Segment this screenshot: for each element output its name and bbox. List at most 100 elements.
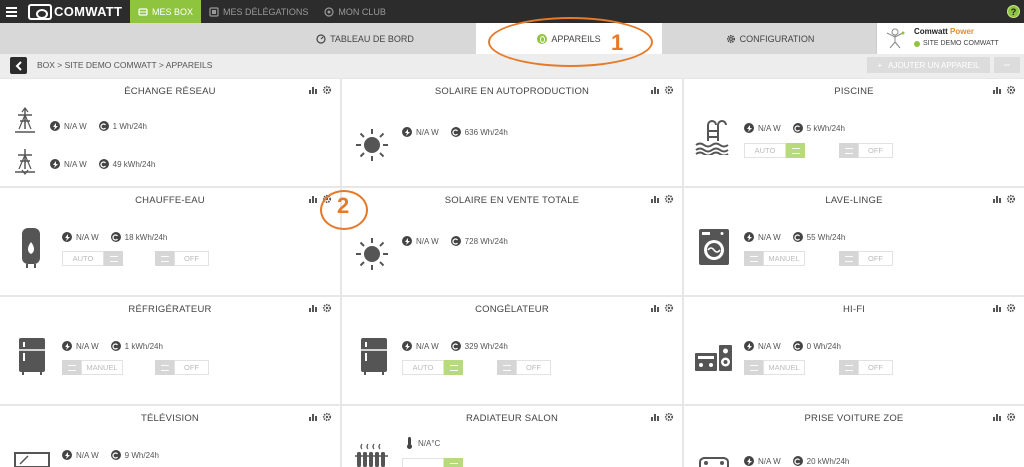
power-icon [62, 341, 72, 351]
chart-icon[interactable] [308, 303, 318, 313]
nav-mes-box[interactable]: MES BOX [130, 0, 202, 23]
annotation-number-2: 2 [337, 193, 350, 218]
card-title: RADIATEUR SALON [465, 413, 559, 424]
logo-mark-icon [28, 3, 52, 20]
power-icon [744, 123, 754, 133]
off-toggle[interactable]: OFF [839, 143, 893, 158]
account-panel[interactable]: Comwatt Power SITE DEMO COMWATT [876, 23, 1024, 54]
grid-pylon-import-icon [15, 107, 35, 133]
car-plug-icon [699, 457, 729, 467]
toggle-handle[interactable] [444, 360, 463, 375]
off-toggle[interactable]: OFF [839, 251, 893, 266]
toggle-handle[interactable] [744, 360, 763, 375]
card-prise-voiture-zoe: PRISE VOITURE ZOE N/A W 20 kWh/24h [684, 406, 1024, 467]
chevron-left-icon [15, 60, 22, 71]
chart-icon[interactable] [308, 412, 318, 422]
chart-icon[interactable] [650, 85, 660, 95]
radiator-icon [355, 443, 388, 467]
toggle-handle[interactable] [497, 360, 516, 375]
plus-icon: + [877, 60, 883, 70]
measure-row: N/A W 0 Wh/24h [744, 341, 841, 351]
breadcrumb[interactable]: BOX > SITE DEMO COMWATT > APPAREILS [37, 60, 212, 70]
add-appliance-button[interactable]: + AJOUTER UN APPAREIL [867, 57, 990, 73]
fridge-icon [19, 338, 45, 375]
chart-icon[interactable] [992, 194, 1002, 204]
gear-icon[interactable] [322, 85, 332, 95]
gear-icon[interactable] [664, 85, 674, 95]
toggle-handle[interactable] [444, 458, 463, 467]
mode-toggle[interactable]: MANUEL [744, 251, 805, 266]
gear-icon[interactable] [1006, 194, 1016, 204]
nav-label: MON CLUB [338, 6, 386, 17]
off-label: OFF [858, 143, 893, 158]
energy-icon [792, 341, 803, 351]
toggle-handle[interactable] [155, 360, 174, 375]
gear-icon[interactable] [1006, 85, 1016, 95]
toggle-handle[interactable] [786, 143, 805, 158]
chart-icon[interactable] [308, 85, 318, 95]
chart-icon[interactable] [992, 412, 1002, 422]
gear-icon[interactable] [322, 412, 332, 422]
club-icon [324, 6, 334, 17]
chart-icon[interactable] [308, 194, 318, 204]
help-icon[interactable]: ? [1007, 5, 1020, 18]
gear-icon[interactable] [1006, 303, 1016, 313]
off-toggle[interactable]: OFF [839, 360, 893, 375]
off-toggle[interactable]: OFF [497, 360, 551, 375]
toggle-handle[interactable] [744, 251, 763, 266]
toggle-handle[interactable] [839, 251, 858, 266]
card-echange-reseau: ÉCHANGE RÉSEAU N/A W 1 Wh/24h N/A W 49 k… [0, 79, 340, 186]
card-actions [992, 303, 1016, 313]
off-toggle[interactable]: OFF [155, 360, 209, 375]
mode-toggle[interactable]: MANUEL [744, 360, 805, 375]
toggle-handle[interactable] [839, 360, 858, 375]
gear-icon[interactable] [664, 194, 674, 204]
back-button[interactable] [10, 57, 27, 74]
mode-toggle[interactable]: MANUEL [62, 360, 123, 375]
off-label: OFF [174, 360, 209, 375]
mode-toggle[interactable]: AUTO [744, 143, 805, 158]
energy-icon [110, 341, 121, 351]
gear-icon[interactable] [664, 412, 674, 422]
gear-icon[interactable] [664, 303, 674, 313]
chart-icon[interactable] [650, 412, 660, 422]
measure-row: N/A W 636 Wh/24h [402, 127, 508, 137]
measure-row: N/A W 5 kWh/24h [744, 123, 845, 133]
mode-toggle[interactable]: AUTO [402, 360, 463, 375]
chart-icon[interactable] [650, 303, 660, 313]
tab-configuration[interactable]: CONFIGURATION [700, 23, 840, 54]
card-piscine: PISCINE N/A W 5 kWh/24h AUTO OFF [684, 79, 1024, 186]
remove-button[interactable]: − [994, 57, 1020, 73]
nav-mon-club[interactable]: MON CLUB [316, 0, 394, 23]
chart-icon[interactable] [992, 85, 1002, 95]
toggle-handle[interactable] [62, 360, 81, 375]
measure-row: N/A W 1 Wh/24h [50, 121, 147, 131]
energy-icon [110, 232, 121, 242]
card-title: RÉFRIGÉRATEUR [128, 304, 212, 315]
energy-icon [792, 232, 803, 242]
toggle-handle[interactable] [839, 143, 858, 158]
annotation-ellipse [488, 17, 653, 67]
toggle-handle[interactable] [155, 251, 174, 266]
mode-label: AUTO [402, 360, 444, 375]
mode-label: MANUEL [763, 360, 805, 375]
account-site: SITE DEMO COMWATT [914, 40, 999, 47]
gear-icon[interactable] [1006, 412, 1016, 422]
menu-icon[interactable] [0, 0, 22, 23]
gear-icon[interactable] [322, 303, 332, 313]
tab-tableau-de-bord[interactable]: TABLEAU DE BORD [300, 23, 430, 54]
nav-mes-delegations[interactable]: MES DÉLÉGATIONS [201, 0, 316, 23]
power-icon [402, 236, 412, 246]
logo[interactable]: COMWATT [22, 0, 130, 23]
chart-icon[interactable] [992, 303, 1002, 313]
energy-icon [450, 341, 461, 351]
mode-toggle[interactable]: AUTO [62, 251, 123, 266]
toggle-handle[interactable] [104, 251, 123, 266]
measure-row: N/A W 20 kWh/24h [744, 456, 849, 466]
off-label: OFF [858, 360, 893, 375]
chart-icon[interactable] [650, 194, 660, 204]
mode-toggle[interactable] [402, 458, 463, 467]
off-toggle[interactable]: OFF [155, 251, 209, 266]
card-actions [308, 303, 332, 313]
measure-row: N/A W 1 kWh/24h [62, 341, 163, 351]
